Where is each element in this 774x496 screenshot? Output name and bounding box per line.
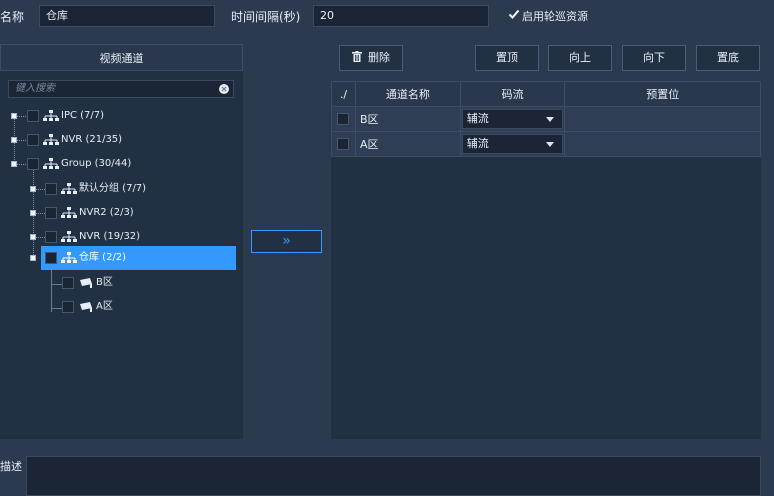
tree-expander[interactable]: [11, 161, 17, 167]
tree-checkbox[interactable]: [27, 110, 39, 122]
device-group-icon: [61, 231, 77, 242]
device-group-icon: [61, 183, 77, 194]
tree-checkbox[interactable]: [45, 231, 57, 243]
checkmark-icon: [508, 9, 520, 19]
interval-input[interactable]: 20: [313, 5, 489, 27]
description-label: 描述: [0, 460, 22, 473]
camera-icon: [80, 302, 92, 312]
row-preset[interactable]: [564, 106, 761, 132]
tree-item-nvr2[interactable]: NVR2 (2/3): [79, 203, 134, 223]
name-label: 名称: [0, 10, 25, 24]
search-placeholder: 键入搜索: [15, 83, 55, 94]
tree-item-zone-a[interactable]: A区: [96, 297, 113, 317]
camera-icon: [80, 278, 92, 288]
row-channel-name: B区: [354, 106, 461, 132]
tree-expander[interactable]: [30, 186, 36, 192]
tree-expander[interactable]: [30, 210, 36, 216]
channel-name-header: 通道名称: [354, 81, 461, 107]
device-group-icon: [43, 110, 59, 121]
tree-checkbox[interactable]: [27, 134, 39, 146]
tree-item-default-group[interactable]: 默认分组 (7/7): [79, 179, 146, 199]
video-channel-panel: 视频通道 键入搜索 IPC (7/7) NVR (21/35) Group (3…: [0, 44, 243, 439]
tree-checkbox[interactable]: [27, 158, 39, 170]
clear-search-icon[interactable]: [219, 84, 229, 94]
patrol-table: ./ 通道名称 码流 预置位 B区 辅流 A区 辅流: [331, 81, 761, 157]
row-preset[interactable]: [564, 131, 761, 157]
interval-label: 时间间隔(秒): [231, 10, 301, 24]
tree-item-warehouse[interactable]: 仓库 (2/2): [79, 248, 126, 268]
patrol-list-panel: ./ 通道名称 码流 预置位 B区 辅流 A区 辅流: [331, 81, 761, 439]
preset-header: 预置位: [564, 81, 761, 107]
move-bottom-button[interactable]: 置底: [696, 45, 760, 71]
delete-label: 删除: [368, 51, 390, 64]
stream-select[interactable]: 辅流: [461, 109, 564, 129]
stream-select-value: 辅流: [466, 112, 489, 125]
tree-checkbox[interactable]: [62, 277, 74, 289]
stream-select-value: 辅流: [466, 137, 489, 150]
stream-header: 码流: [459, 81, 566, 107]
device-group-icon: [61, 207, 77, 218]
tree-checkbox[interactable]: [62, 301, 74, 313]
move-up-button[interactable]: 向上: [548, 45, 612, 71]
name-input[interactable]: 仓库: [39, 5, 215, 27]
select-all-header[interactable]: ./: [331, 81, 356, 107]
row-channel-name: A区: [354, 131, 461, 157]
tree-checkbox[interactable]: [45, 183, 57, 195]
trash-icon: [352, 51, 362, 62]
tree-checkbox[interactable]: [45, 207, 57, 219]
tree-item-nvr[interactable]: NVR (21/35): [61, 130, 122, 150]
enable-patrol-checkbox[interactable]: [508, 8, 520, 20]
row-checkbox[interactable]: [337, 138, 350, 150]
tree-expander[interactable]: [30, 255, 36, 261]
tree-item-zone-b[interactable]: B区: [96, 273, 113, 293]
device-group-icon: [43, 158, 59, 169]
search-input[interactable]: 键入搜索: [8, 80, 234, 98]
description-textarea[interactable]: [26, 456, 761, 496]
tree-checkbox[interactable]: [45, 252, 57, 264]
move-top-button[interactable]: 置顶: [475, 45, 539, 71]
table-row[interactable]: A区 辅流: [331, 131, 761, 157]
move-down-button[interactable]: 向下: [622, 45, 686, 71]
dropdown-arrow-icon: [546, 117, 555, 122]
tree-item-group[interactable]: Group (30/44): [61, 154, 131, 174]
stream-select[interactable]: 辅流: [461, 134, 564, 154]
tree-expander[interactable]: [30, 234, 36, 240]
add-to-list-button[interactable]: »: [251, 230, 322, 253]
dropdown-arrow-icon: [546, 142, 555, 147]
tree-expander[interactable]: [11, 113, 17, 119]
video-channel-title: 视频通道: [0, 44, 243, 71]
table-row[interactable]: B区 辅流: [331, 106, 761, 132]
enable-patrol-label: 启用轮巡资源: [522, 10, 588, 23]
device-group-icon: [43, 134, 59, 145]
tree-item-ipc[interactable]: IPC (7/7): [61, 106, 104, 126]
tree-expander[interactable]: [11, 137, 17, 143]
tree-item-nvr-19[interactable]: NVR (19/32): [79, 227, 140, 247]
device-group-icon: [61, 252, 77, 263]
delete-button[interactable]: 删除: [339, 45, 403, 71]
row-checkbox[interactable]: [337, 113, 350, 125]
